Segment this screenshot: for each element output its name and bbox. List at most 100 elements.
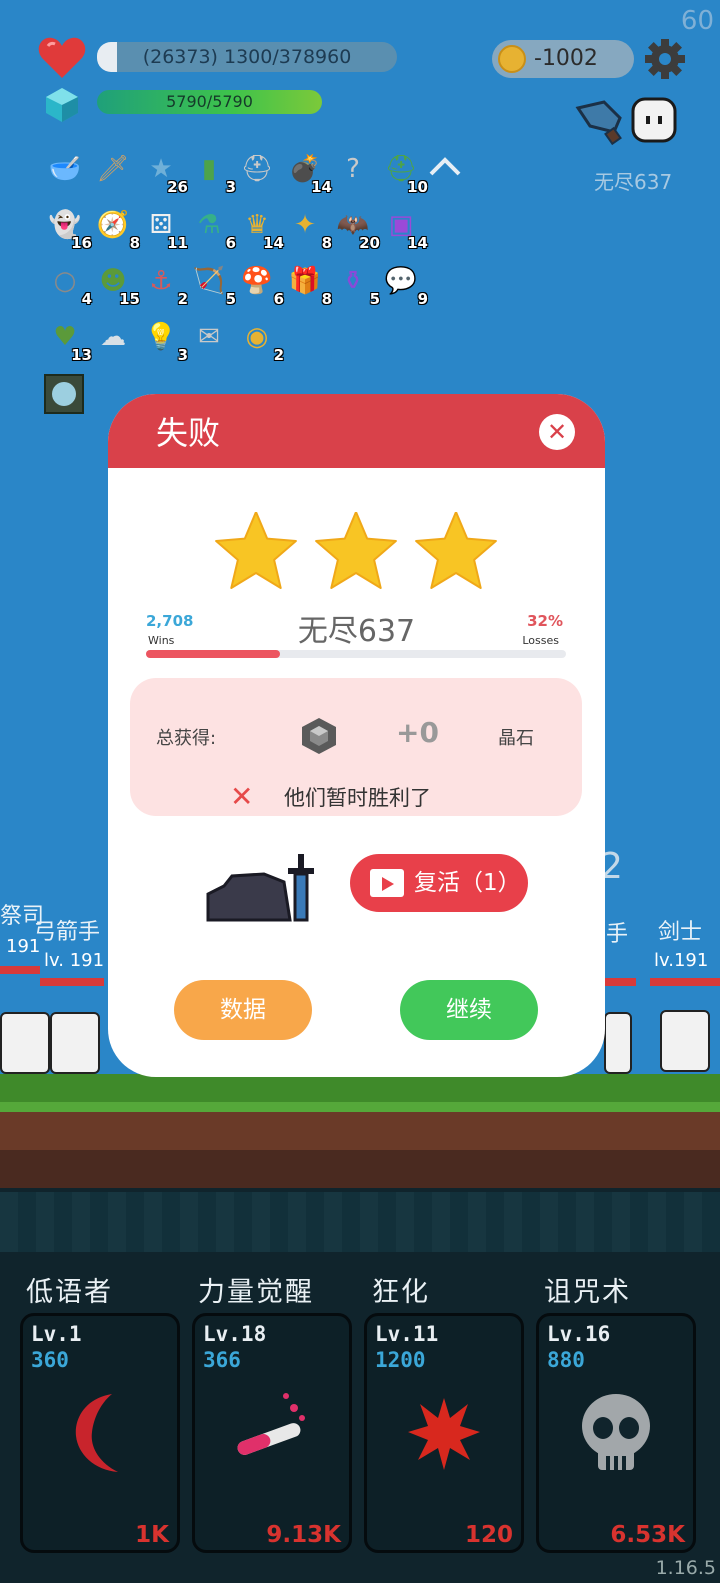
inventory-slot[interactable]: ⚱ 5 (330, 258, 380, 308)
inventory-slot[interactable]: ★ 26 (138, 146, 188, 196)
inventory-slot[interactable]: 🏹 5 (186, 258, 236, 308)
skill-card-curse[interactable]: Lv.16 880 6.53K (536, 1313, 696, 1553)
inventory-slot[interactable]: 💡 3 (138, 314, 188, 364)
inventory-slot[interactable]: ○ 4 (42, 258, 92, 308)
skill-level: Lv.1 (31, 1322, 82, 1346)
item-count: 26 (167, 178, 188, 196)
inventory-slot[interactable]: ✉ (186, 314, 232, 360)
gear-icon[interactable] (644, 38, 686, 80)
bulb-icon: 💡 (144, 322, 178, 352)
inventory-slot[interactable]: 💣 14 (282, 146, 332, 196)
inventory-slot[interactable]: ▣ 14 (378, 202, 428, 252)
inventory-slot[interactable]: ⚄ 11 (138, 202, 188, 252)
revive-label: 复活（1） (414, 870, 521, 896)
mushroom-icon: 🍄 (240, 266, 274, 296)
win-loss-progress-bar (146, 650, 566, 658)
gold-counter: -1002 (492, 40, 634, 78)
skill-cost: 360 (31, 1348, 69, 1372)
losses-value: 32% (527, 612, 563, 630)
envelope-icon: ✉ (198, 322, 220, 352)
inventory-slot[interactable]: 🦇 20 (330, 202, 380, 252)
inventory-slot[interactable]: 🎁 8 (282, 258, 332, 308)
inventory-slot[interactable]: 🗡 (90, 146, 136, 192)
inventory-slot[interactable]: ⛑ (234, 146, 280, 192)
coin-icon (498, 45, 526, 73)
star-icon (215, 512, 297, 589)
item-count: 14 (407, 234, 428, 252)
skill-cost: 366 (203, 1348, 241, 1372)
star-icon (415, 512, 497, 589)
inventory-slot[interactable]: ⛑ 10 (378, 146, 428, 196)
active-buff-icon[interactable] (44, 374, 84, 414)
losses-label: Losses (522, 634, 559, 647)
skill-card-berserk[interactable]: Lv.11 1200 120 (364, 1313, 524, 1553)
ally-hp-bar (604, 978, 636, 986)
ghost-companion-icon[interactable] (630, 96, 678, 144)
defeat-message: 他们暂时胜利了 (284, 786, 431, 810)
broken-blade-icon[interactable] (574, 96, 626, 148)
collapse-chevron-icon[interactable] (428, 154, 462, 178)
reward-panel: 总获得: +0 晶石 ✕ 他们暂时胜利了 (130, 678, 582, 816)
noose-icon: ○ (53, 266, 77, 296)
gift-icon: 🎁 (288, 266, 322, 296)
inventory-slot[interactable]: 💬 9 (378, 258, 428, 308)
inventory-slot[interactable]: ? (330, 146, 376, 192)
inventory-slot[interactable]: 🥣 (42, 146, 88, 192)
continue-button[interactable]: 继续 (400, 980, 538, 1040)
inventory-slot[interactable]: ♛ 14 (234, 202, 284, 252)
close-x-icon: ✕ (230, 780, 254, 813)
skill-cost: 1200 (375, 1348, 426, 1372)
inventory-slot[interactable]: ◉ 2 (234, 314, 284, 364)
stats-button[interactable]: 数据 (174, 980, 312, 1040)
item-count: 20 (359, 234, 380, 252)
item-count: 14 (263, 234, 284, 252)
inventory-slot[interactable]: ☻ 15 (90, 258, 140, 308)
enemy-level-2: lv. 191 (44, 950, 105, 971)
chat-bubble-icon: 💬 (384, 266, 418, 296)
enemy-hp-bar (0, 966, 40, 974)
magic-wand-icon: ✦ (294, 210, 316, 240)
inventory-slot[interactable]: ☁ (90, 314, 136, 360)
close-button[interactable]: ✕ (539, 414, 575, 450)
inventory-slot[interactable]: ♥ 13 (42, 314, 92, 364)
bow-icon: 🏹 (192, 266, 226, 296)
enemy-label-archer: 弓箭手 (34, 920, 101, 945)
potion-tube-icon (237, 1393, 305, 1455)
cloud-icon: ☁ (100, 322, 126, 352)
ally-hp-bar-2 (650, 978, 720, 986)
crystal-icon (302, 718, 336, 754)
inventory-slot[interactable]: 🍄 6 (234, 258, 284, 308)
hp-text: (26373) 1300/378960 (142, 46, 352, 68)
item-count: 13 (71, 346, 92, 364)
skill-level: Lv.16 (547, 1322, 611, 1346)
skill-card-whisperer[interactable]: Lv.1 360 1K (20, 1313, 180, 1553)
star-icon (315, 512, 397, 589)
skill-card-power-awaken[interactable]: Lv.18 366 9.13K (192, 1313, 352, 1553)
inventory-slot[interactable]: ⚓ 2 (138, 258, 188, 308)
skill-name-berserk: 狂化 (372, 1277, 430, 1308)
gold-amount: -1002 (534, 46, 598, 71)
item-count: 15 (119, 290, 140, 308)
inventory-slot[interactable]: 👻 16 (42, 202, 92, 252)
skill-level: Lv.11 (375, 1322, 439, 1346)
inventory-slot[interactable]: ⚗ 6 (186, 202, 236, 252)
inventory-slot[interactable]: 🧭 8 (90, 202, 140, 252)
moon-icon (75, 1394, 118, 1472)
mp-bar: 5790/5790 (97, 90, 322, 114)
skill-cost: 880 (547, 1348, 585, 1372)
mortar-icon: 🥣 (48, 154, 82, 184)
potion-icon: ⚱ (342, 266, 364, 296)
heart-icon (38, 37, 86, 78)
item-count: 10 (407, 178, 428, 196)
inventory-slot[interactable]: ✦ 8 (282, 202, 332, 252)
total-gain-value: +0 (396, 716, 439, 749)
ally-level: lv.191 (654, 950, 709, 971)
item-count: 9 (417, 290, 428, 308)
crystal-icon (46, 88, 78, 122)
item-count: 11 (167, 234, 188, 252)
enemy-level: 191 (6, 936, 41, 957)
skill-name-power-awaken: 力量觉醒 (198, 1277, 314, 1308)
cat-unit (50, 1012, 100, 1074)
revive-button[interactable]: 复活（1） (350, 854, 528, 912)
inventory-slot[interactable]: ▮ 3 (186, 146, 236, 196)
